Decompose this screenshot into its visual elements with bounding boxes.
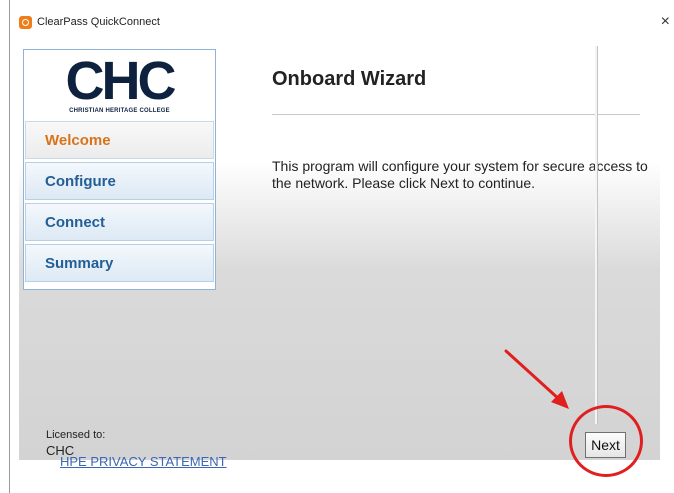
wizard-panel: CHC CHRISTIAN HERITAGE COLLEGE Welcome C… — [19, 41, 660, 469]
licensed-to-label: Licensed to: — [46, 429, 106, 441]
quickconnect-window: ClearPass QuickConnect × CHC CHRISTIAN H… — [0, 0, 674, 493]
step-configure[interactable]: Configure — [25, 162, 214, 200]
clearpass-app-icon — [19, 16, 32, 29]
wizard-steps-sidebar: CHC CHRISTIAN HERITAGE COLLEGE Welcome C… — [23, 49, 216, 290]
title-bar[interactable]: ClearPass QuickConnect × — [10, 10, 674, 36]
logo-subtitle: CHRISTIAN HERITAGE COLLEGE — [69, 108, 170, 114]
step-summary[interactable]: Summary — [25, 244, 214, 282]
title-divider — [272, 114, 640, 115]
page-title: Onboard Wizard — [272, 68, 427, 90]
privacy-statement-link[interactable]: HPE PRIVACY STATEMENT — [60, 454, 227, 469]
logo-mark: CHC — [65, 51, 177, 111]
window-left-edge — [9, 0, 10, 493]
step-connect[interactable]: Connect — [25, 203, 214, 241]
window-title: ClearPass QuickConnect — [37, 16, 160, 28]
content-divider-shadow — [597, 46, 598, 424]
chc-logo: CHC CHRISTIAN HERITAGE COLLEGE — [24, 50, 215, 121]
annotation-circle — [569, 405, 643, 477]
close-icon[interactable]: × — [661, 13, 670, 31]
step-welcome[interactable]: Welcome — [25, 121, 214, 159]
